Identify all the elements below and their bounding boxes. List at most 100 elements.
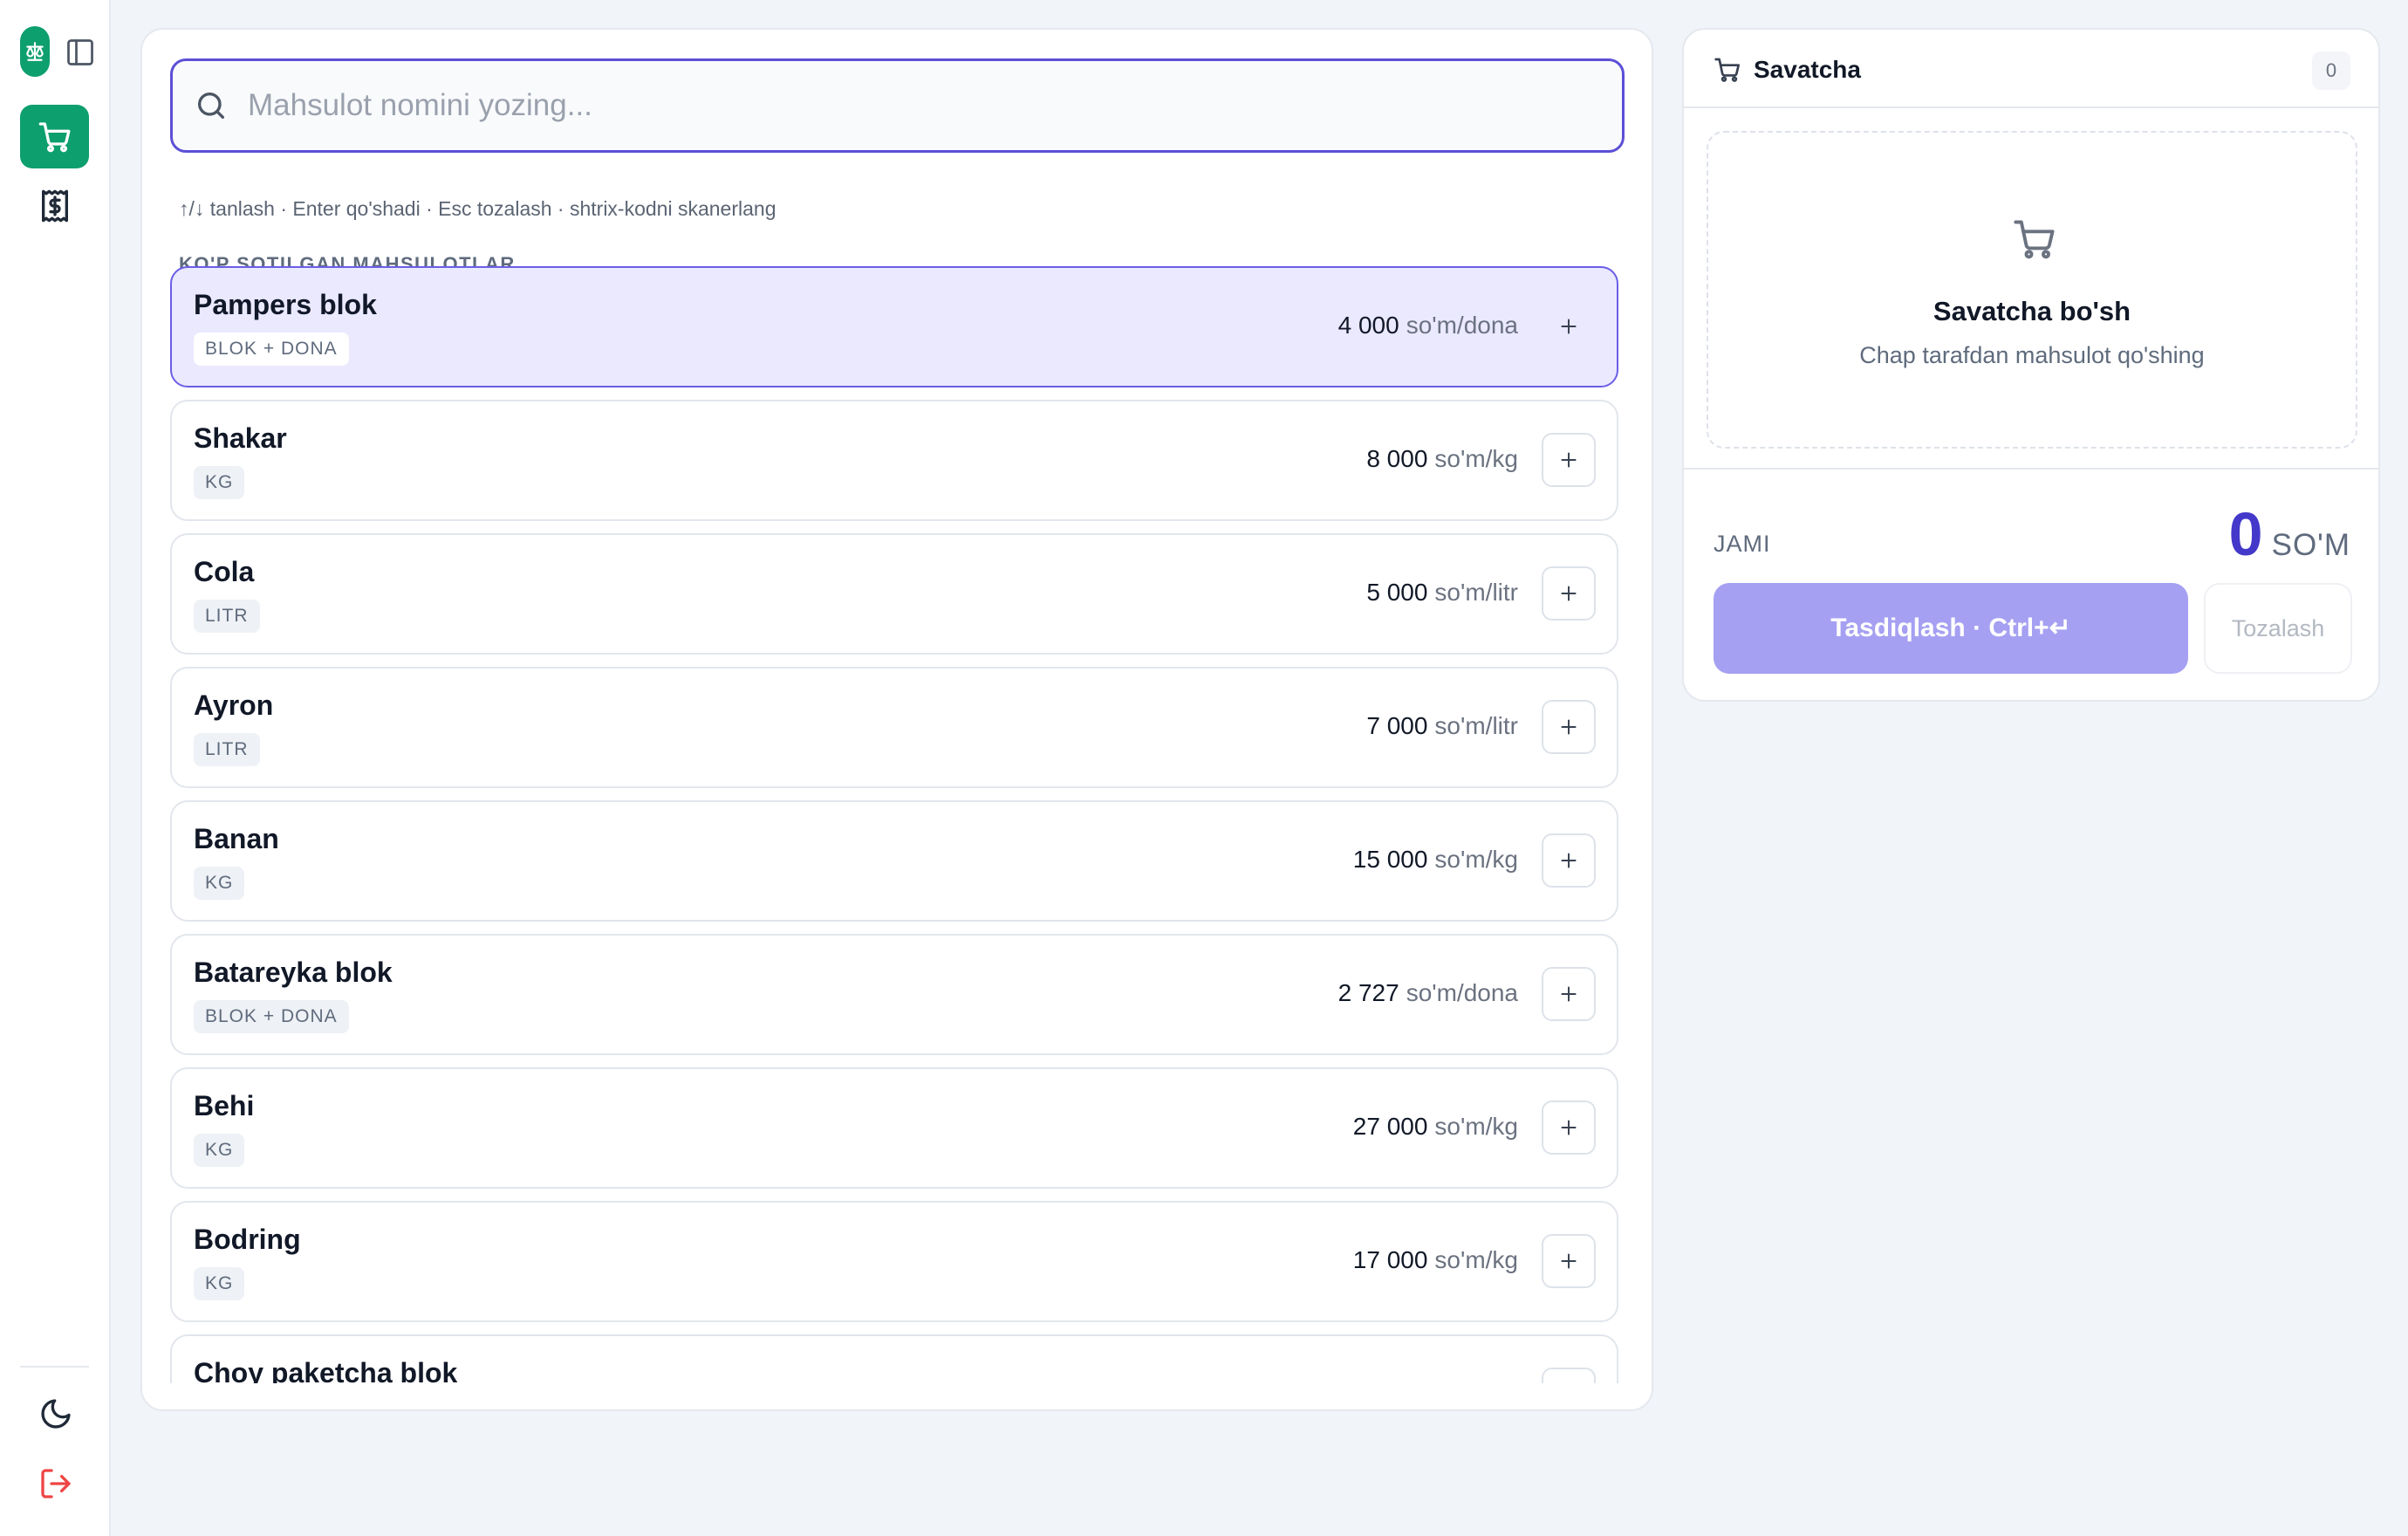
clear-cart-button[interactable]: Tozalash — [2204, 583, 2352, 674]
receipt-dollar-icon — [41, 189, 68, 222]
price-value: 8 000 — [1366, 445, 1428, 472]
keyboard-hint: ↑/↓ tanlash · Enter qo'shadi · Esc tozal… — [179, 197, 776, 220]
plus-icon — [1561, 586, 1577, 601]
product-row[interactable]: Shakar KG 8 000 so'm/kg — [170, 400, 1618, 521]
price-unit: so'm/kg — [1434, 445, 1518, 472]
total-currency: SO'M — [2271, 528, 2350, 562]
plus-icon — [1561, 986, 1577, 1002]
plus-icon — [1561, 319, 1577, 334]
price-value: 15 000 — [1352, 846, 1428, 873]
cart-title: Savatcha — [1754, 56, 1861, 83]
add-to-cart-button[interactable] — [1542, 1234, 1596, 1288]
product-panel: ↑/↓ tanlash · Enter qo'shadi · Esc tozal… — [140, 28, 1653, 1411]
product-price: 2 727 so'm/dona — [1338, 979, 1518, 1007]
total-label: JAMI — [1714, 531, 1771, 557]
plus-icon — [1561, 719, 1577, 735]
add-to-cart-button[interactable] — [1542, 566, 1596, 621]
cart-empty-title: Savatcha bo'sh — [1933, 296, 2131, 326]
product-name: Behi — [194, 1090, 255, 1121]
unit-tag: LITR — [194, 733, 260, 766]
add-to-cart-button[interactable] — [1542, 433, 1596, 487]
add-to-cart-button[interactable] — [1542, 700, 1596, 754]
unit-tag: BLOK + DONA — [194, 333, 349, 366]
product-price: 4 000 so'm/dona — [1338, 312, 1518, 339]
unit-tag: KG — [194, 1267, 245, 1300]
total-value: 0 — [2228, 500, 2263, 568]
search-box[interactable] — [170, 58, 1625, 153]
search-icon — [198, 93, 224, 119]
cart-panel: Savatcha 0 Savatcha bo'sh Chap tarafdan … — [1682, 28, 2380, 702]
cart-empty-subtitle: Chap tarafdan mahsulot qo'shing — [1859, 342, 2205, 368]
product-price: 7 000 so'm/litr — [1366, 712, 1518, 740]
cart-divider — [1684, 468, 2378, 470]
price-unit: so'm/dona — [1406, 312, 1518, 339]
cart-icon — [38, 121, 71, 152]
plus-icon — [1561, 1120, 1577, 1135]
product-price: 15 000 so'm/kg — [1353, 846, 1518, 874]
unit-tag: KG — [194, 1134, 245, 1167]
cart-icon — [1714, 58, 1740, 82]
nav-sales-button[interactable] — [20, 105, 89, 168]
price-unit: so'm/litr — [1434, 579, 1518, 606]
product-name: Choy paketcha blok — [194, 1357, 458, 1383]
scales-icon — [26, 42, 44, 61]
logout-icon[interactable] — [38, 1466, 73, 1501]
product-name: Ayron — [194, 689, 274, 721]
moon-icon[interactable] — [38, 1396, 73, 1431]
product-price: 27 000 so'm/kg — [1353, 1113, 1518, 1141]
cart-header: Savatcha 0 — [1684, 30, 2378, 108]
sidebar-toggle-icon[interactable] — [65, 37, 96, 68]
add-to-cart-button[interactable] — [1542, 833, 1596, 888]
unit-tag: KG — [194, 466, 245, 499]
price-value: 4 000 — [1337, 312, 1399, 339]
cart-count-badge: 0 — [2312, 51, 2350, 90]
price-value: 7 000 — [1366, 712, 1428, 739]
plus-icon — [1561, 853, 1577, 868]
price-unit: so'm/litr — [1434, 712, 1518, 739]
plus-icon — [1561, 1253, 1577, 1269]
app-logo[interactable] — [20, 26, 50, 77]
unit-tag: BLOK + DONA — [194, 1000, 349, 1033]
search-input[interactable] — [248, 88, 1556, 123]
price-value: 5 000 — [1366, 579, 1428, 606]
left-rail — [0, 0, 111, 1536]
cart-empty-icon — [2014, 220, 2055, 259]
price-unit: so'm/kg — [1434, 846, 1518, 873]
product-row[interactable]: Batareyka blok BLOK + DONA 2 727 so'm/dona — [170, 934, 1618, 1055]
product-row[interactable]: Ayron LITR 7 000 so'm/litr — [170, 667, 1618, 788]
product-row[interactable]: Behi KG 27 000 so'm/kg — [170, 1067, 1618, 1189]
confirm-button[interactable]: Tasdiqlash · Ctrl+↵ — [1714, 583, 2188, 674]
product-price: 8 000 so'm/kg — [1366, 445, 1518, 473]
add-to-cart-button[interactable] — [1542, 1101, 1596, 1155]
price-unit: so'm/kg — [1434, 1113, 1518, 1140]
price-value: 2 727 — [1337, 979, 1399, 1006]
price-value: 17 000 — [1352, 1246, 1428, 1273]
nav-expenses-button[interactable] — [20, 174, 89, 237]
total-amount: 0 SO'M — [2229, 499, 2350, 569]
unit-tag: KG — [194, 867, 245, 900]
unit-tag: LITR — [194, 600, 260, 633]
product-name: Shakar — [194, 422, 287, 454]
product-list: Pampers blok BLOK + DONA 4 000 so'm/dona Sha… — [170, 266, 1620, 1383]
product-price: 5 000 so'm/litr — [1366, 579, 1518, 607]
product-row[interactable]: Cola LITR 5 000 so'm/litr — [170, 533, 1618, 655]
product-name: Pampers blok — [194, 289, 377, 320]
product-name: Batareyka blok — [194, 957, 393, 988]
cart-empty-state: Savatcha bo'sh Chap tarafdan mahsulot qo… — [1707, 131, 2357, 449]
product-name: Banan — [194, 823, 279, 854]
add-to-cart-button[interactable] — [1542, 967, 1596, 1021]
product-row[interactable]: Pampers blok BLOK + DONA 4 000 so'm/dona — [170, 266, 1618, 387]
add-to-cart-button[interactable] — [1542, 1368, 1596, 1383]
rail-divider — [20, 1366, 89, 1368]
product-row[interactable]: Banan KG 15 000 so'm/kg — [170, 800, 1618, 922]
product-row[interactable]: Choy paketcha blok — [170, 1334, 1618, 1383]
price-unit: so'm/kg — [1434, 1246, 1518, 1273]
product-name: Cola — [194, 556, 255, 587]
product-price: 17 000 so'm/kg — [1353, 1246, 1518, 1274]
product-row[interactable]: Bodring KG 17 000 so'm/kg — [170, 1201, 1618, 1322]
plus-icon — [1561, 452, 1577, 468]
product-name: Bodring — [194, 1224, 301, 1255]
add-to-cart-button[interactable] — [1542, 299, 1596, 353]
price-unit: so'm/dona — [1406, 979, 1518, 1006]
price-value: 27 000 — [1352, 1113, 1428, 1140]
